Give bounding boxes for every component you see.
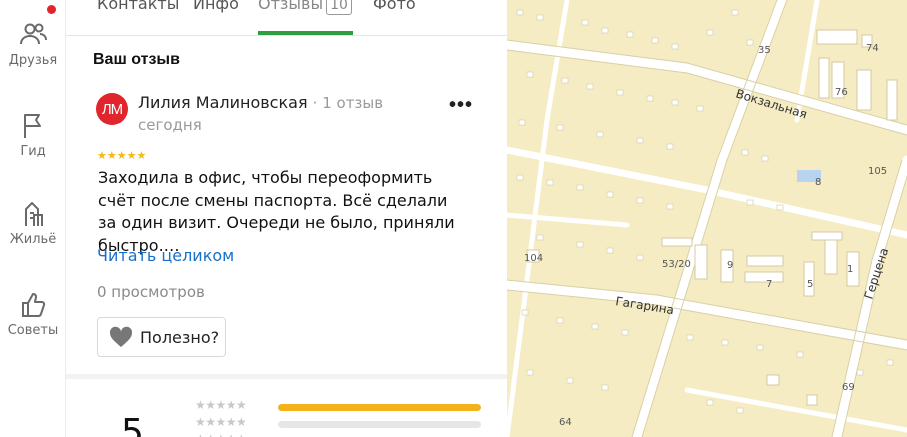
rating-bar-fill [278,404,481,411]
house-number: 74 [866,43,879,54]
house-number: 76 [835,87,848,98]
tab-contacts[interactable]: Контакты [97,0,179,13]
review-stars: ★★★★★ [97,150,147,162]
heart-icon [109,326,133,347]
house-number: 7 [766,279,772,290]
review-text: Заходила в офис, чтобы переоформить счёт… [98,168,455,255]
left-rail: Друзья Гид Жильё Советы [0,0,66,437]
house-number: 8 [815,177,821,188]
tab-reviews-label: Отзывы [258,0,324,13]
rail-label-guide: Гид [20,144,46,159]
rail-label-housing: Жильё [9,232,57,247]
rail-label-friends: Друзья [8,53,58,68]
my-review-card: Ваш отзыв ЛМ Лилия Малиновская · 1 отзыв… [66,36,507,374]
rating-bar [278,404,481,411]
house-number: 105 [868,166,887,177]
map-view[interactable]: Вокзальная Гагарина Герцена 35 74 76 8 1… [507,0,907,437]
tab-reviews[interactable]: Отзывы 10 [258,0,352,15]
rating-row-stars: ★★★★★ [195,398,247,412]
active-tab-indicator [258,31,353,35]
house-number: 1 [847,264,853,275]
read-more-link[interactable]: Читать целиком [97,246,234,265]
review-date: сегодня [138,116,202,134]
street-label-gertsena: Герцена [862,246,892,301]
rail-item-tips[interactable]: Советы [0,290,66,338]
tab-info[interactable]: Инфо [193,0,239,13]
author-review-count: · 1 отзыв [312,94,384,112]
flag-icon [24,114,41,138]
rating-bar [278,421,481,428]
notification-dot [47,5,56,14]
rail-item-friends[interactable]: Друзья [0,20,66,68]
useful-label: Полезно? [140,327,220,347]
rail-item-guide[interactable]: Гид [0,111,66,159]
house-number: 104 [524,253,543,264]
house-number: 9 [727,260,733,271]
avatar[interactable]: ЛМ [96,93,128,125]
author-line: Лилия Малиновская · 1 отзыв [138,93,383,112]
tab-photos[interactable]: Фото [373,0,416,13]
rail-label-tips: Советы [7,323,59,338]
house-number: 5 [807,279,813,290]
thumbs-up-icon [22,293,46,317]
average-rating: 5 [121,412,144,437]
place-panel: Контакты Инфо Отзывы 10 Фото Ваш отзыв ЛМ… [66,0,507,437]
house-number: 69 [842,382,855,393]
map-canvas[interactable]: Вокзальная Гагарина Герцена 35 74 76 8 1… [507,0,907,437]
house-number: 53/20 [662,259,691,270]
useful-button[interactable]: Полезно? [97,317,226,357]
rating-row-stars: ★★★★★ [195,415,247,429]
house-number: 35 [758,45,771,56]
section-title: Ваш отзыв [93,51,180,68]
views-count: 0 просмотров [97,283,205,301]
rating-summary: 5 ★★★★★ ★★★★★ ★★★★★ [66,379,507,437]
friends-icon [20,23,47,45]
more-options-icon[interactable]: ••• [449,94,473,117]
tab-bar: Контакты Инфо Отзывы 10 Фото [66,0,507,36]
rail-item-housing[interactable]: Жильё [0,199,66,247]
rating-row-stars: ★★★★★ [195,432,247,437]
author-name[interactable]: Лилия Малиновская [138,93,308,112]
tab-reviews-count: 10 [326,0,352,15]
building-icon [25,201,43,226]
house-number: 64 [559,417,572,428]
